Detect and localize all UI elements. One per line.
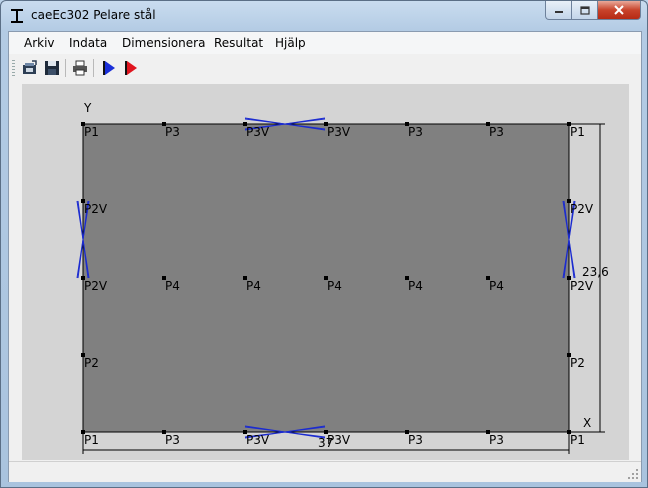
node-label: P2 xyxy=(84,356,99,370)
close-button[interactable] xyxy=(598,1,641,20)
save-icon xyxy=(45,61,59,75)
node-label: P2V xyxy=(84,279,108,293)
node-label: P2V xyxy=(570,202,594,216)
node-label: P4 xyxy=(489,279,504,293)
column-plan-diagram[interactable]: Y X 23,6 37 P1 P3 P3V P3V P3 P3 P1P2V P2VP2V P4 P… xyxy=(22,84,629,460)
window-title: caeEc302 Pelare stål xyxy=(31,8,156,22)
node-label: P2 xyxy=(570,356,585,370)
toolbar-grip[interactable] xyxy=(12,60,15,76)
node-label: P3V xyxy=(246,125,270,139)
menu-indata[interactable]: Indata xyxy=(69,36,107,50)
node-label: P4 xyxy=(246,279,261,293)
run-blue-button[interactable] xyxy=(100,59,118,77)
node-label: P3 xyxy=(165,125,180,139)
node-label: P3 xyxy=(408,125,423,139)
menu-arkiv[interactable]: Arkiv xyxy=(24,36,55,50)
axis-x-label: X xyxy=(583,416,591,430)
print-button[interactable] xyxy=(71,59,89,77)
status-bar xyxy=(9,461,641,482)
node-label: P4 xyxy=(408,279,423,293)
node-label: P2V xyxy=(84,202,108,216)
maximize-button[interactable] xyxy=(572,1,598,20)
open-button[interactable] xyxy=(21,59,39,77)
node-label: P4 xyxy=(165,279,180,293)
toolbar xyxy=(9,55,641,81)
node-label: P1 xyxy=(570,125,585,139)
node-label: P3V xyxy=(246,433,270,447)
run-red-button[interactable] xyxy=(122,59,140,77)
minimize-icon xyxy=(554,11,563,13)
size-grip-icon[interactable] xyxy=(627,468,639,480)
node-label: P1 xyxy=(84,433,99,447)
client-area: Arkiv Indata Dimensionera Resultat Hjälp xyxy=(8,31,642,482)
drawing-area[interactable]: Y X 23,6 37 P1 P3 P3V P3V P3 P3 P1 P2V P2V P2V P4 P… xyxy=(22,84,629,460)
close-icon xyxy=(614,5,624,15)
minimize-button[interactable] xyxy=(545,1,572,20)
node-label: P3 xyxy=(489,125,504,139)
node-label: P3V xyxy=(327,125,351,139)
node-label: P3 xyxy=(165,433,180,447)
node-label: P3 xyxy=(489,433,504,447)
menu-hjalp[interactable]: Hjälp xyxy=(275,36,306,50)
menu-resultat[interactable]: Resultat xyxy=(214,36,263,50)
save-button[interactable] xyxy=(43,59,61,77)
axis-y-label: Y xyxy=(83,101,92,115)
node-label: P3V xyxy=(327,433,351,447)
toolbar-separator xyxy=(93,59,94,77)
print-icon xyxy=(73,60,87,76)
node-label: P1 xyxy=(570,433,585,447)
run-red-icon xyxy=(125,61,137,75)
open-icon xyxy=(23,60,37,74)
node-label: P2V xyxy=(570,279,594,293)
toolbar-separator xyxy=(65,59,66,77)
i-beam-icon xyxy=(11,9,23,23)
node-label: P4 xyxy=(327,279,342,293)
run-blue-icon xyxy=(103,61,115,75)
node-label: P3 xyxy=(408,433,423,447)
menu-dimensionera[interactable]: Dimensionera xyxy=(122,36,205,50)
menu-bar: Arkiv Indata Dimensionera Resultat Hjälp xyxy=(9,32,641,54)
maximize-icon xyxy=(579,5,590,15)
node-label: P1 xyxy=(84,125,99,139)
title-bar[interactable]: caeEc302 Pelare stål xyxy=(1,1,647,31)
height-value: 23,6 xyxy=(582,265,609,279)
app-window: caeEc302 Pelare stål Arkiv Indata Dimens… xyxy=(0,0,648,488)
